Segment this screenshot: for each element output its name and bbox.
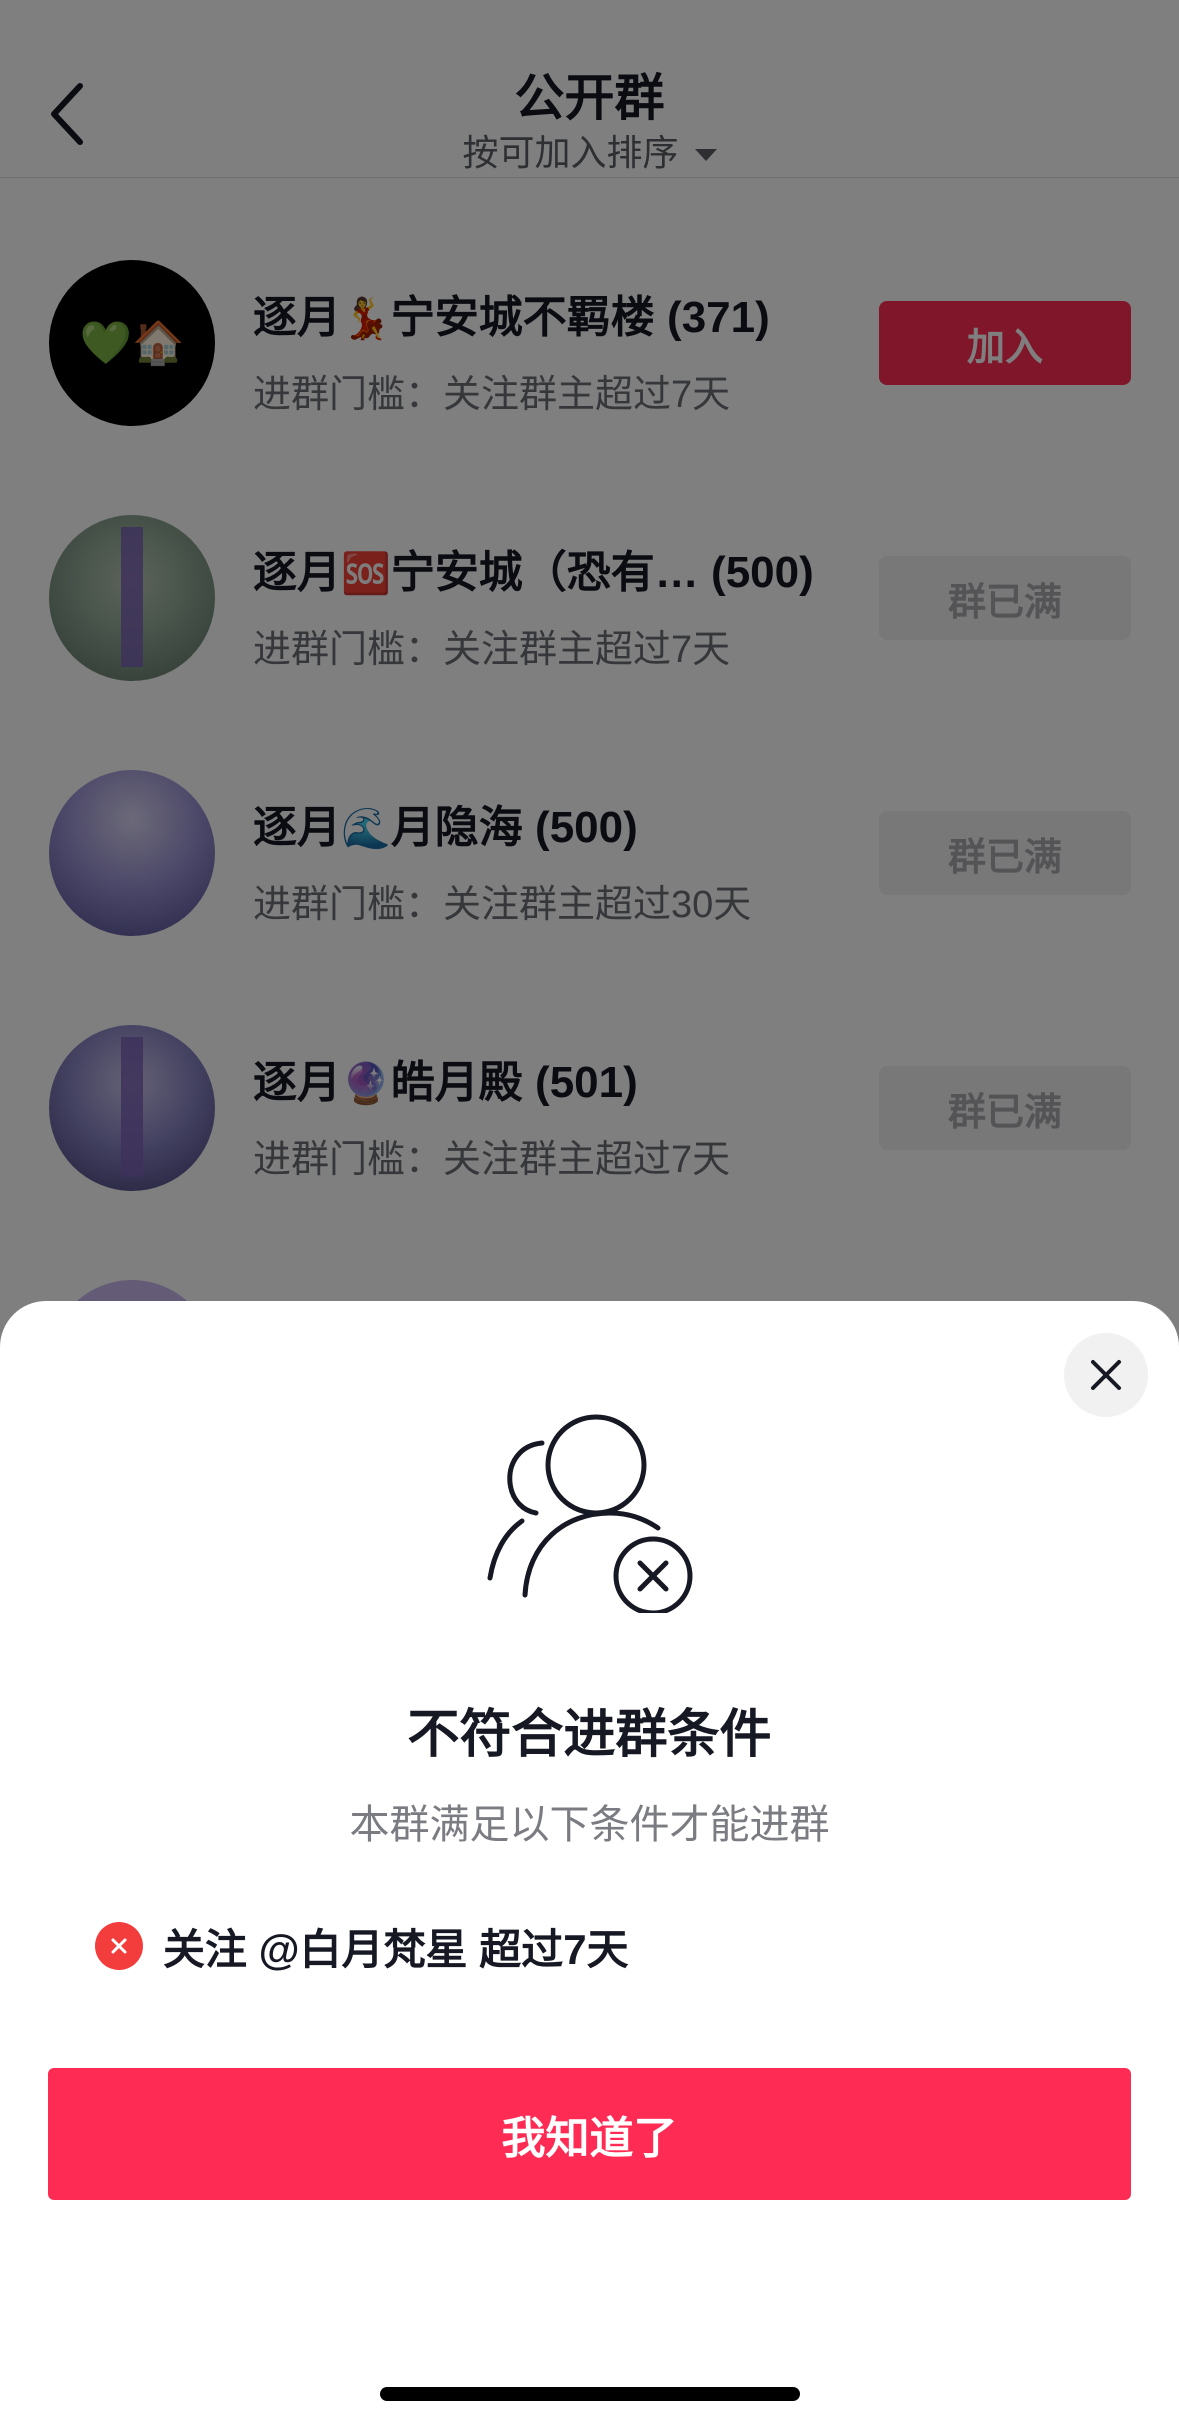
close-button[interactable]	[1064, 1333, 1148, 1417]
requirement-sheet: 不符合进群条件 本群满足以下条件才能进群 关注 @白月梵星 超过7天 我知道了	[0, 1301, 1179, 2427]
condition-item: 关注 @白月梵星 超过7天	[95, 1916, 629, 1976]
home-indicator[interactable]	[380, 2387, 800, 2401]
sheet-subtitle: 本群满足以下条件才能进群	[349, 1803, 830, 1847]
error-x-icon	[95, 1922, 143, 1970]
screen: 公开群 按可加入排序 💚🏠 逐月💃宁安城不羁楼 (371) 进群门槛：关注群主超…	[0, 0, 1179, 2427]
sheet-title: 不符合进群条件	[407, 1706, 772, 1764]
close-icon	[1091, 1360, 1121, 1390]
condition-text: 关注 @白月梵星 超过7天	[163, 1925, 629, 1973]
confirm-button[interactable]: 我知道了	[48, 2068, 1131, 2200]
users-blocked-icon	[487, 1414, 693, 1613]
